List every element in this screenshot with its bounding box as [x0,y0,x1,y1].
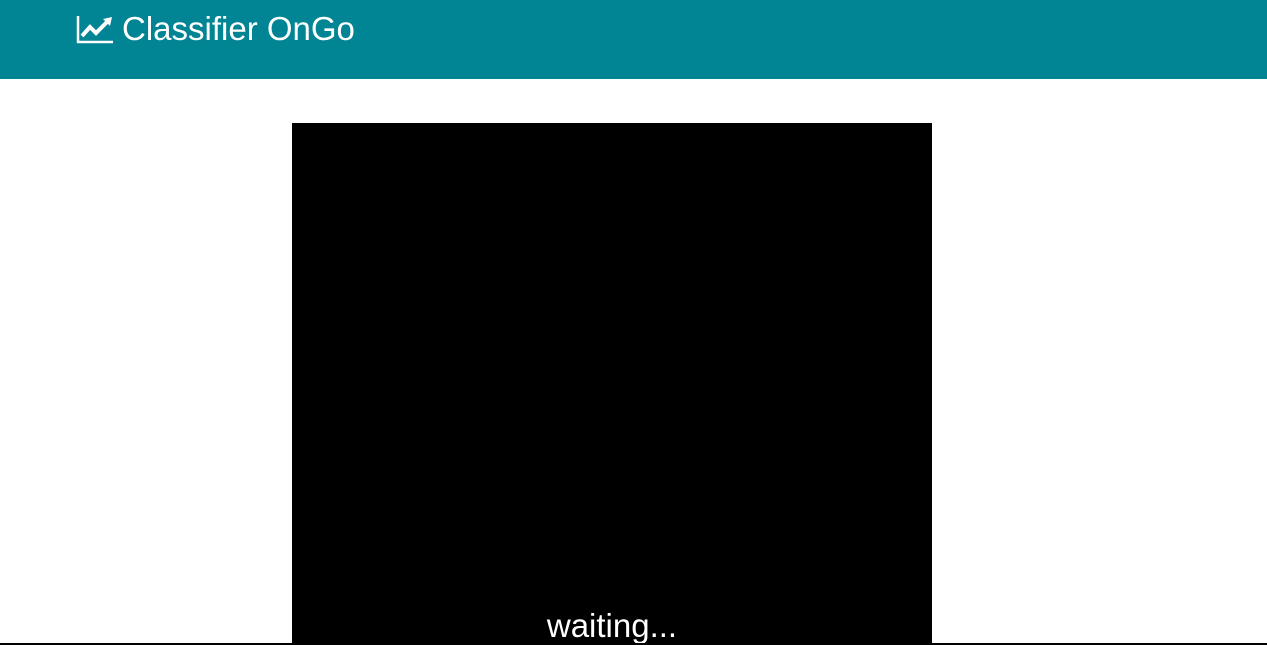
app-title: Classifier OnGo [122,10,355,47]
chart-line-icon [76,14,114,44]
status-text: waiting... [546,607,678,644]
brand[interactable]: Classifier OnGo [76,10,355,48]
video-feed-panel: waiting... [292,123,932,645]
top-navbar: Classifier OnGo [0,0,1267,79]
